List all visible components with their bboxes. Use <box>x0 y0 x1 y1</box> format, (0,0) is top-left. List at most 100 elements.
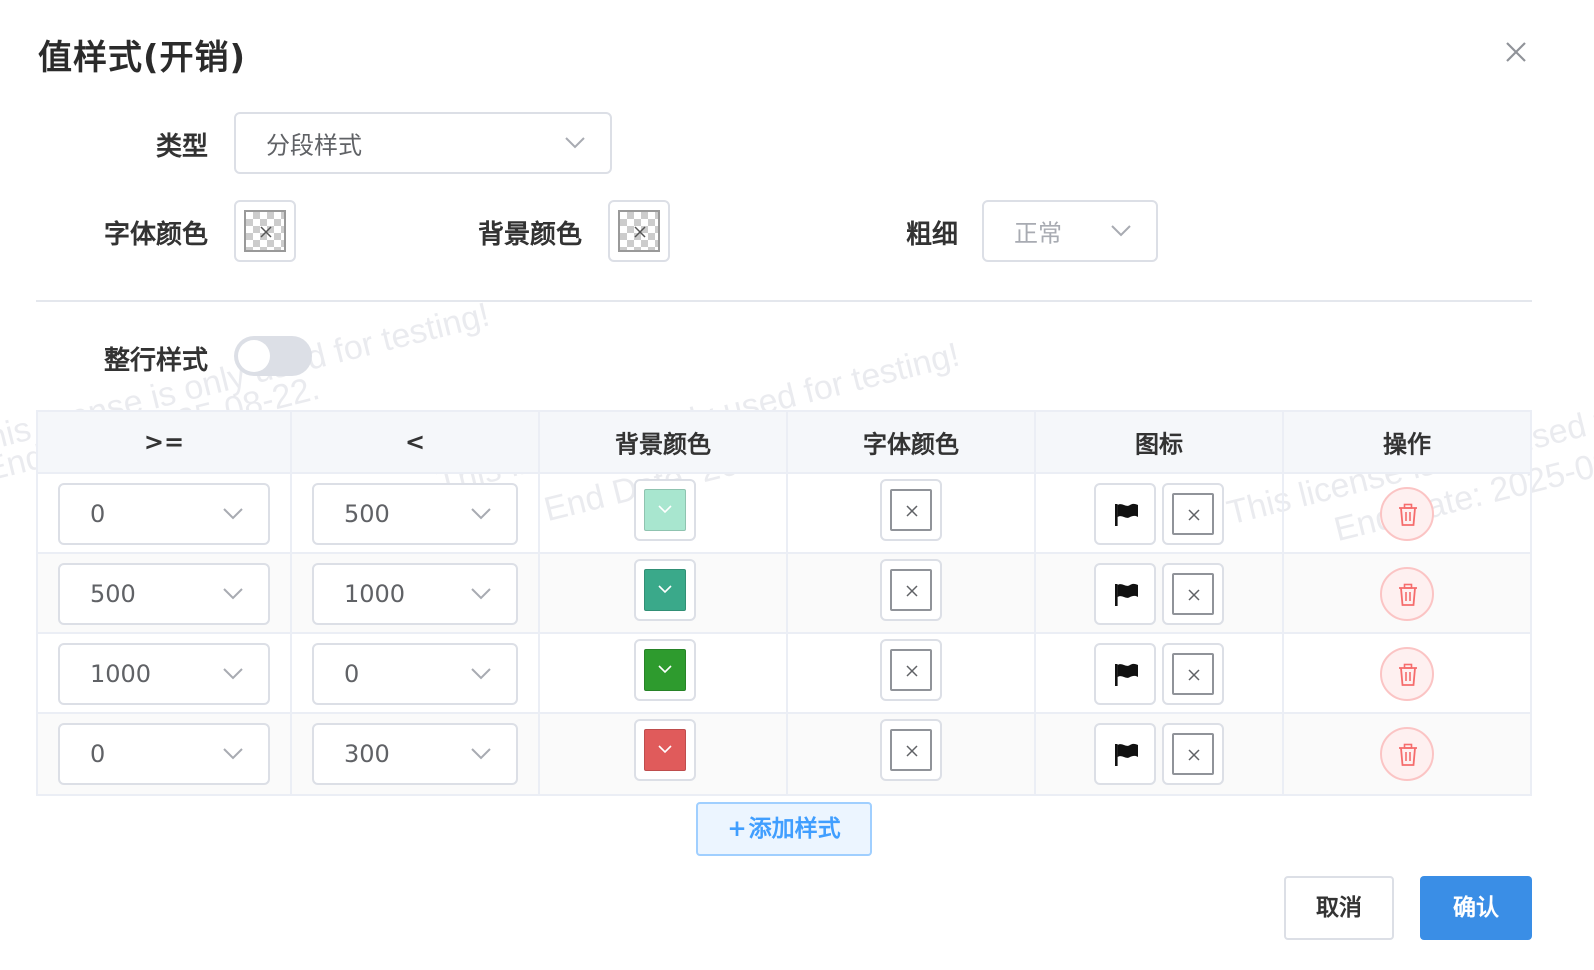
font-color-picker[interactable] <box>234 200 296 262</box>
empty-color-icon <box>890 649 932 691</box>
empty-color-icon <box>890 489 932 531</box>
weight-label: 粗细 <box>905 220 958 250</box>
header-icon: 图标 <box>1135 430 1183 459</box>
lt-cell: 1000 <box>292 554 540 632</box>
table-row: 0 300 <box>38 714 1530 794</box>
chevron-down-icon <box>471 668 491 680</box>
delete-row-button[interactable] <box>1380 647 1434 701</box>
gte-select[interactable]: 1000 <box>58 643 270 705</box>
cancel-button[interactable]: 取消 <box>1284 876 1394 940</box>
chevron-down-icon <box>223 668 243 680</box>
table-row: 500 1000 <box>38 554 1530 634</box>
close-icon <box>1172 573 1214 615</box>
actions-cell <box>1284 554 1530 632</box>
gte-select[interactable]: 0 <box>58 723 270 785</box>
add-style-button[interactable]: +添加样式 <box>696 802 872 856</box>
dialog-title: 值样式(开销) <box>38 38 247 78</box>
header-cell: 背景颜色 <box>540 412 788 472</box>
delete-row-button[interactable] <box>1380 727 1434 781</box>
close-icon <box>1172 733 1214 775</box>
table-row: 0 500 <box>38 474 1530 554</box>
type-select-value: 分段样式 <box>266 131 362 160</box>
icon-picker-button[interactable] <box>1094 563 1156 625</box>
header-bg-color: 背景颜色 <box>615 430 711 459</box>
trash-icon <box>1399 503 1417 526</box>
chevron-down-icon <box>1111 225 1131 237</box>
type-select[interactable]: 分段样式 <box>234 112 612 174</box>
weight-select[interactable]: 正常 <box>982 200 1158 262</box>
font-color-cell <box>788 634 1036 712</box>
lt-select[interactable]: 1000 <box>312 563 518 625</box>
clear-icon-button[interactable] <box>1162 563 1224 625</box>
empty-color-icon <box>890 569 932 611</box>
delete-row-button[interactable] <box>1380 567 1434 621</box>
close-icon <box>1172 493 1214 535</box>
icon-picker-button[interactable] <box>1094 483 1156 545</box>
clear-icon-button[interactable] <box>1162 483 1224 545</box>
actions-cell <box>1284 714 1530 794</box>
chevron-down-icon <box>658 745 672 754</box>
header-actions: 操作 <box>1383 430 1431 459</box>
close-icon <box>1506 42 1526 62</box>
lt-select[interactable]: 500 <box>312 483 518 545</box>
chevron-down-icon <box>471 748 491 760</box>
color-swatch <box>644 649 686 691</box>
row-font-color-picker[interactable] <box>880 559 942 621</box>
row-font-color-picker[interactable] <box>880 479 942 541</box>
row-bg-color-picker[interactable] <box>634 719 696 781</box>
row-font-color-picker[interactable] <box>880 719 942 781</box>
header-cell: 操作 <box>1284 412 1530 472</box>
bg-color-label: 背景颜色 <box>477 220 582 250</box>
icon-picker-button[interactable] <box>1094 723 1156 785</box>
confirm-button[interactable]: 确认 <box>1420 876 1532 940</box>
lt-cell: 500 <box>292 474 540 552</box>
icon-cell <box>1036 634 1284 712</box>
row-style-switch[interactable] <box>234 336 312 376</box>
color-swatch <box>644 489 686 531</box>
gte-value: 500 <box>90 580 136 608</box>
font-color-cell <box>788 554 1036 632</box>
gte-cell: 1000 <box>38 634 292 712</box>
flag-icon <box>1115 663 1138 686</box>
lt-value: 1000 <box>344 580 406 608</box>
empty-color-icon <box>618 210 660 252</box>
chevron-down-icon <box>471 588 491 600</box>
lt-value: 0 <box>344 660 360 688</box>
clear-icon-button[interactable] <box>1162 723 1224 785</box>
chevron-down-icon <box>658 585 672 594</box>
row-bg-color-picker[interactable] <box>634 479 696 541</box>
add-style-label: 添加样式 <box>748 816 841 842</box>
close-button[interactable] <box>1500 36 1532 68</box>
bg-color-picker[interactable] <box>608 200 670 262</box>
empty-color-icon <box>890 729 932 771</box>
lt-select[interactable]: 300 <box>312 723 518 785</box>
lt-cell: 300 <box>292 714 540 794</box>
lt-value: 500 <box>344 500 390 528</box>
lt-value: 300 <box>344 740 390 768</box>
row-style-label: 整行样式 <box>103 346 208 376</box>
gte-cell: 500 <box>38 554 292 632</box>
delete-row-button[interactable] <box>1380 487 1434 541</box>
chevron-down-icon <box>223 588 243 600</box>
clear-icon-button[interactable] <box>1162 643 1224 705</box>
header-cell: < <box>292 412 540 472</box>
row-bg-color-picker[interactable] <box>634 559 696 621</box>
trash-icon <box>1399 663 1417 686</box>
gte-select[interactable]: 0 <box>58 483 270 545</box>
style-range-table: >= < 背景颜色 字体颜色 图标 操作 0 500 500 1000 1000 0 0 30… <box>36 410 1532 796</box>
bg-color-cell <box>540 474 788 552</box>
bg-color-cell <box>540 714 788 794</box>
divider <box>36 300 1532 302</box>
chevron-down-icon <box>223 748 243 760</box>
table-row: 1000 0 <box>38 634 1530 714</box>
header-gte: >= <box>143 428 185 456</box>
icon-picker-button[interactable] <box>1094 643 1156 705</box>
table-header: >= < 背景颜色 字体颜色 图标 操作 <box>38 412 1530 474</box>
gte-select[interactable]: 500 <box>58 563 270 625</box>
bg-color-cell <box>540 634 788 712</box>
lt-select[interactable]: 0 <box>312 643 518 705</box>
chevron-down-icon <box>471 508 491 520</box>
row-font-color-picker[interactable] <box>880 639 942 701</box>
row-bg-color-picker[interactable] <box>634 639 696 701</box>
type-label: 类型 <box>155 132 208 162</box>
